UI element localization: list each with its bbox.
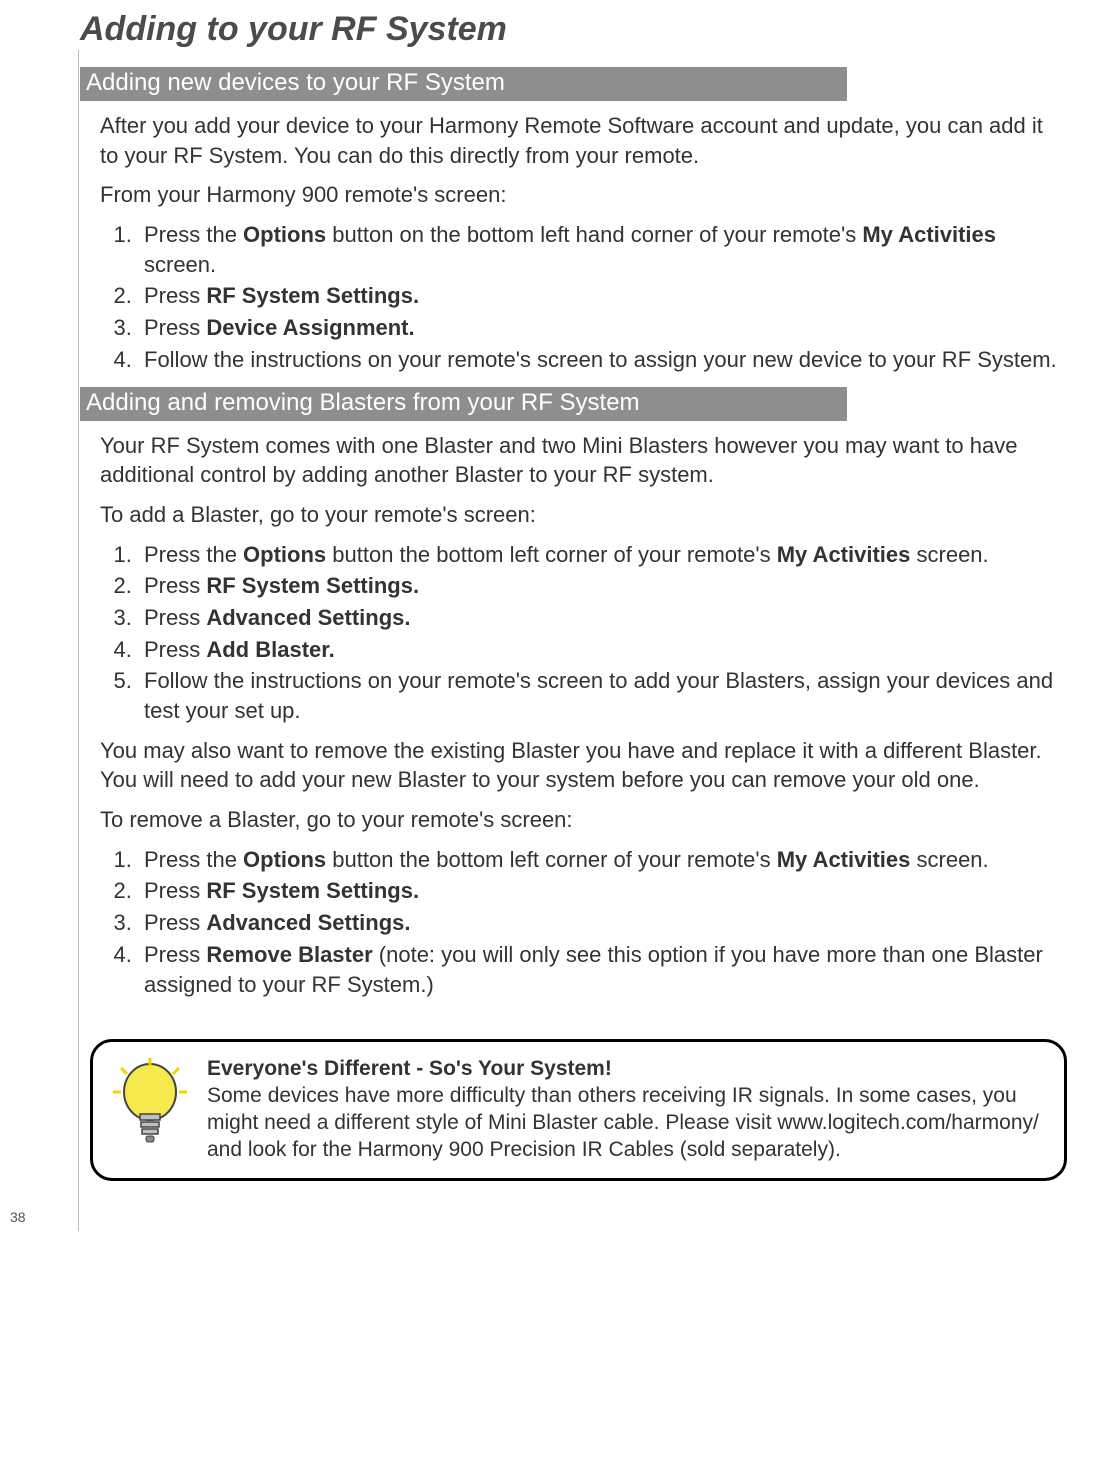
bold-text: My Activities xyxy=(862,222,996,247)
bold-text: Add Blaster. xyxy=(206,637,334,662)
text: button the bottom left corner of your re… xyxy=(326,542,777,567)
bold-text: Advanced Settings. xyxy=(206,605,410,630)
page-title: Adding to your RF System xyxy=(80,0,1067,49)
text: Press xyxy=(144,878,206,903)
text: screen. xyxy=(910,847,988,872)
bold-text: My Activities xyxy=(777,542,911,567)
text: Press the xyxy=(144,542,243,567)
section-content-blasters: Your RF System comes with one Blaster an… xyxy=(100,431,1067,1000)
list-item: Press Add Blaster. xyxy=(138,635,1067,665)
ordered-list: Press the Options button the bottom left… xyxy=(100,845,1067,999)
text: button the bottom left corner of your re… xyxy=(326,847,777,872)
list-item: Press the Options button on the bottom l… xyxy=(138,220,1067,279)
list-item: Follow the instructions on your remote's… xyxy=(138,345,1067,375)
tip-text: Everyone's Different - So's Your System!… xyxy=(207,1056,1046,1164)
paragraph: Your RF System comes with one Blaster an… xyxy=(100,431,1067,490)
text: Press xyxy=(144,315,206,340)
text: screen. xyxy=(910,542,988,567)
paragraph: From your Harmony 900 remote's screen: xyxy=(100,180,1067,210)
tip-title: Everyone's Different - So's Your System! xyxy=(207,1057,612,1080)
text: Press the xyxy=(144,847,243,872)
list-item: Press Advanced Settings. xyxy=(138,603,1067,633)
text: Press xyxy=(144,605,206,630)
bold-text: RF System Settings. xyxy=(206,283,419,308)
list-item: Press Advanced Settings. xyxy=(138,908,1067,938)
bold-text: Advanced Settings. xyxy=(206,910,410,935)
text: Press xyxy=(144,283,206,308)
page-number: 38 xyxy=(10,1209,26,1225)
text: Press xyxy=(144,573,206,598)
text: Press xyxy=(144,942,206,967)
list-item: Press Remove Blaster (note: you will onl… xyxy=(138,940,1067,999)
bold-text: Device Assignment. xyxy=(206,315,414,340)
paragraph: You may also want to remove the existing… xyxy=(100,736,1067,795)
paragraph: To remove a Blaster, go to your remote's… xyxy=(100,805,1067,835)
bold-text: Options xyxy=(243,542,326,567)
text: Press xyxy=(144,637,206,662)
ordered-list: Press the Options button the bottom left… xyxy=(100,540,1067,726)
list-item: Follow the instructions on your remote's… xyxy=(138,666,1067,725)
section-heading-add-devices: Adding new devices to your RF System xyxy=(80,67,847,101)
bold-text: Options xyxy=(243,222,326,247)
bold-text: RF System Settings. xyxy=(206,573,419,598)
text: button on the bottom left hand corner of… xyxy=(326,222,862,247)
section-content-add-devices: After you add your device to your Harmon… xyxy=(100,111,1067,375)
bold-text: My Activities xyxy=(777,847,911,872)
paragraph: To add a Blaster, go to your remote's sc… xyxy=(100,500,1067,530)
lightbulb-icon xyxy=(107,1056,193,1157)
text: Press xyxy=(144,910,206,935)
ordered-list: Press the Options button on the bottom l… xyxy=(100,220,1067,374)
list-item: Press the Options button the bottom left… xyxy=(138,845,1067,875)
bold-text: Remove Blaster xyxy=(206,942,372,967)
list-item: Press RF System Settings. xyxy=(138,876,1067,906)
bold-text: Options xyxy=(243,847,326,872)
paragraph: After you add your device to your Harmon… xyxy=(100,111,1067,170)
vertical-rule xyxy=(78,50,79,1231)
list-item: Press the Options button the bottom left… xyxy=(138,540,1067,570)
text: Press the xyxy=(144,222,243,247)
tip-callout: Everyone's Different - So's Your System!… xyxy=(90,1039,1067,1181)
bold-text: RF System Settings. xyxy=(206,878,419,903)
tip-body: Some devices have more difficulty than o… xyxy=(207,1084,1039,1161)
list-item: Press Device Assignment. xyxy=(138,313,1067,343)
list-item: Press RF System Settings. xyxy=(138,281,1067,311)
list-item: Press RF System Settings. xyxy=(138,571,1067,601)
section-heading-blasters: Adding and removing Blasters from your R… xyxy=(80,387,847,421)
document-page: Adding to your RF System Adding new devi… xyxy=(0,0,1107,1231)
text: screen. xyxy=(144,252,216,277)
